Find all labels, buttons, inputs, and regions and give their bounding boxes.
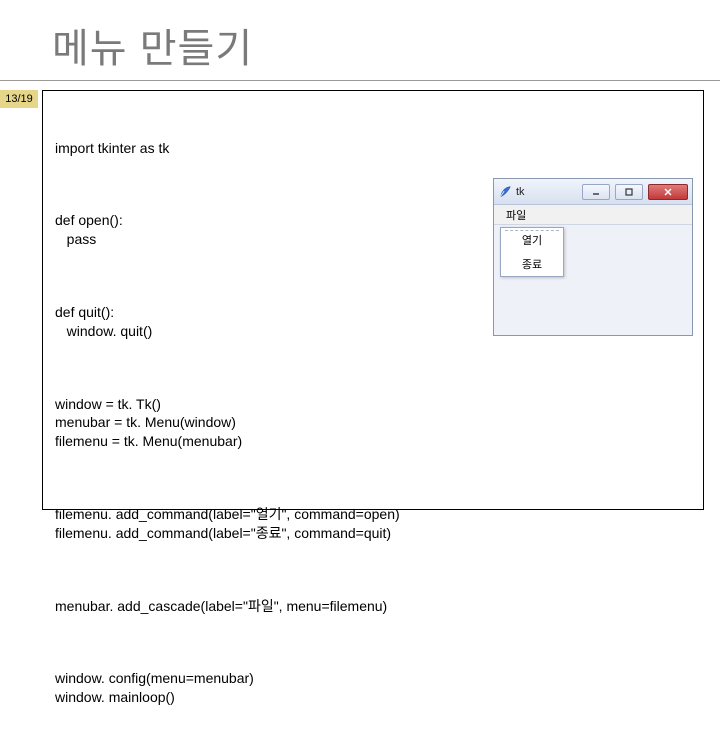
code-line: import tkinter as tk [55, 139, 691, 158]
code-line: window = tk. Tk() menubar = tk. Menu(win… [55, 395, 691, 452]
code-line: filemenu. add_command(label="열기", comman… [55, 505, 691, 543]
tk-window-title: tk [516, 186, 525, 198]
menu-quit[interactable]: 종료 [501, 252, 563, 276]
code-line: menubar. add_cascade(label="파일", menu=fi… [55, 597, 691, 616]
maximize-button[interactable] [615, 184, 643, 200]
tk-window: tk 파일 열기 종료 [493, 178, 693, 336]
tk-menubar: 파일 [494, 205, 692, 225]
feather-icon [498, 185, 512, 199]
slide-title: 메뉴 만들기 [52, 16, 253, 74]
menu-open[interactable]: 열기 [501, 228, 563, 252]
tk-titlebar: tk [494, 179, 692, 205]
code-line: window. config(menu=menubar) window. mai… [55, 669, 691, 707]
page-number-badge: 13/19 [0, 90, 38, 108]
minimize-button[interactable] [582, 184, 610, 200]
tk-body: 열기 종료 [494, 225, 692, 335]
close-button[interactable] [648, 184, 688, 200]
menu-file[interactable]: 파일 [500, 206, 532, 224]
title-rule [0, 80, 720, 81]
file-dropdown: 열기 종료 [500, 227, 564, 277]
